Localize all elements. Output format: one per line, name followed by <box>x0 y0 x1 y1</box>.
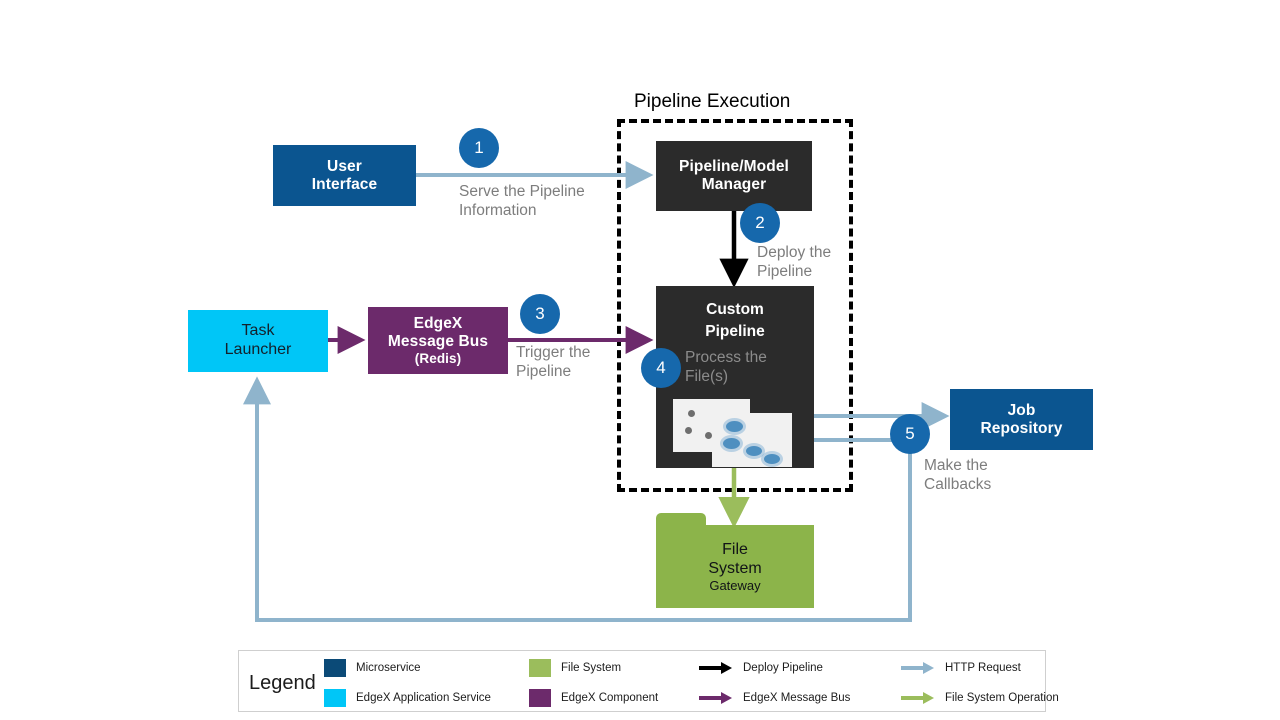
step-badge-2: 2 <box>740 203 780 243</box>
node-custom-pipeline-label: Custom Pipeline <box>705 301 765 341</box>
legend: Legend Microservice EdgeX Application Se… <box>238 650 1059 712</box>
legend-title: Legend <box>249 672 316 694</box>
step-badge-1-number: 1 <box>474 138 484 157</box>
node-file-system-sublabel: Gateway <box>709 577 761 593</box>
step-label-1: Serve the Pipeline Information <box>459 183 585 220</box>
legend-arrow-deploy-pipeline-icon <box>699 661 733 675</box>
step-badge-5: 5 <box>890 414 930 454</box>
step-label-4: Process the File(s) <box>685 349 767 386</box>
step-badge-1: 1 <box>459 128 499 168</box>
legend-label-edgex-application-service: EdgeX Application Service <box>356 692 491 704</box>
legend-item-file-system: File System <box>529 659 622 677</box>
node-edgex-message-bus-label: EdgeX Message Bus <box>387 314 489 350</box>
legend-arrow-http-request-icon <box>901 661 935 675</box>
pipeline-execution-group-title: Pipeline Execution <box>634 91 791 112</box>
thumbnail-output-image <box>712 413 792 467</box>
step-badge-3: 3 <box>520 294 560 334</box>
legend-item-deploy-pipeline: Deploy Pipeline <box>699 660 823 676</box>
node-user-interface-label: User Interface <box>311 157 378 193</box>
legend-item-microservice: Microservice <box>324 659 421 677</box>
legend-arrow-file-system-operation-icon <box>901 691 935 705</box>
node-file-system[interactable]: File System Gateway <box>656 513 814 608</box>
node-user-interface[interactable]: User Interface <box>273 145 416 206</box>
node-edgex-message-bus[interactable]: EdgeX Message Bus (Redis) <box>368 307 508 374</box>
diagram-canvas: Pipeline Execution User Interface Task L… <box>0 0 1280 720</box>
node-edgex-message-bus-sublabel: (Redis) <box>414 350 462 366</box>
legend-label-file-system: File System <box>561 662 622 674</box>
legend-item-edgex-application-service: EdgeX Application Service <box>324 689 491 707</box>
legend-label-http-request: HTTP Request <box>945 662 1021 674</box>
step-badge-4: 4 <box>641 348 681 388</box>
legend-label-edgex-component: EdgeX Component <box>561 692 659 704</box>
node-task-launcher-label: Task Launcher <box>224 322 292 358</box>
step-badge-2-number: 2 <box>755 213 765 232</box>
node-file-system-label: File System <box>708 540 762 577</box>
node-pipeline-model-manager[interactable]: Pipeline/Model Manager <box>656 141 812 211</box>
node-task-launcher[interactable]: Task Launcher <box>188 310 328 372</box>
legend-swatch-edgex-application-service <box>324 689 346 707</box>
step-badge-4-number: 4 <box>656 358 666 377</box>
legend-arrow-edgex-message-bus-icon <box>699 691 733 705</box>
legend-label-deploy-pipeline: Deploy Pipeline <box>743 662 823 674</box>
node-pipeline-model-manager-label: Pipeline/Model Manager <box>679 158 789 193</box>
step-badge-3-number: 3 <box>535 304 545 323</box>
step-badge-5-number: 5 <box>905 424 915 443</box>
legend-item-file-system-operation: File System Operation <box>901 690 1059 706</box>
step-label-5: Make the Callbacks <box>924 457 992 494</box>
legend-swatch-file-system <box>529 659 551 677</box>
step-label-3: Trigger the Pipeline <box>516 344 591 381</box>
legend-item-http-request: HTTP Request <box>901 660 1021 676</box>
legend-swatch-microservice <box>324 659 346 677</box>
legend-item-edgex-message-bus: EdgeX Message Bus <box>699 690 850 706</box>
legend-label-file-system-operation: File System Operation <box>945 692 1059 704</box>
node-job-repository-label: Job Repository <box>980 401 1063 437</box>
step-label-2: Deploy the Pipeline <box>757 244 832 281</box>
legend-label-edgex-message-bus: EdgeX Message Bus <box>743 692 851 704</box>
legend-swatch-edgex-component <box>529 689 551 707</box>
legend-label-microservice: Microservice <box>356 662 421 674</box>
node-job-repository[interactable]: Job Repository <box>950 389 1093 450</box>
legend-item-edgex-component: EdgeX Component <box>529 689 659 707</box>
